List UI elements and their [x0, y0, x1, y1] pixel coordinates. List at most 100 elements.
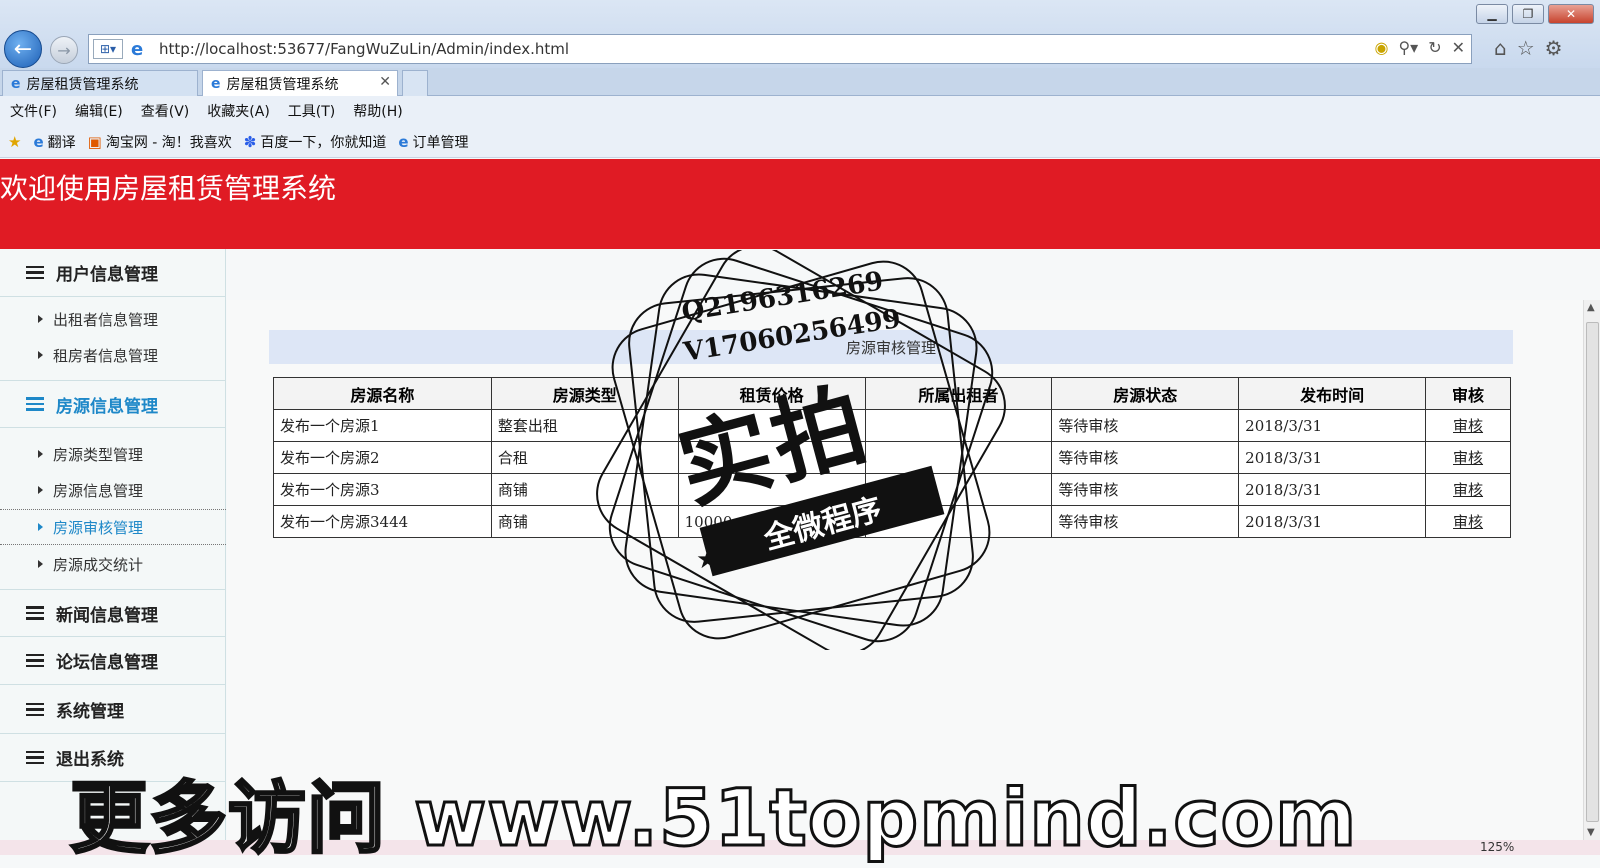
scroll-down-icon[interactable]: ▼ — [1587, 827, 1595, 838]
home-icon[interactable]: ⌂ — [1494, 36, 1507, 60]
cell-date: 2018/3/31 — [1238, 441, 1427, 474]
ie-icon: e — [211, 75, 221, 92]
sidebar-group-news[interactable]: 新闻信息管理 — [0, 589, 226, 637]
page-title: 房源审核管理 — [845, 339, 936, 357]
tab-strip: e 房屋租赁管理系统 e 房屋租赁管理系统 ✕ — [0, 68, 1600, 96]
sidebar-item-house-info[interactable]: 房源信息管理 — [0, 472, 226, 508]
zoom-level[interactable]: 125% — [1480, 840, 1514, 854]
menu-file[interactable]: 文件(F) — [10, 101, 57, 121]
cell-status: 等待审核 — [1051, 505, 1240, 538]
caret-right-icon — [38, 450, 43, 458]
caret-right-icon — [38, 560, 43, 568]
browser-tab-1[interactable]: e 房屋租赁管理系统 — [2, 70, 198, 96]
forward-button[interactable]: → — [50, 36, 78, 64]
sidebar-group-system[interactable]: 系统管理 — [0, 686, 226, 734]
browser-toolbar: ⌂ ☆ ⚙ — [1494, 36, 1563, 60]
new-tab-button[interactable] — [402, 70, 428, 96]
audit-link[interactable]: 审核 — [1425, 505, 1511, 538]
list-icon — [26, 702, 44, 717]
close-window-button[interactable]: ✕ — [1548, 4, 1594, 24]
audit-link[interactable]: 审核 — [1425, 441, 1511, 474]
favorite-baidu[interactable]: ✽ 百度一下，你就知道 — [244, 132, 387, 152]
caret-right-icon — [38, 351, 43, 359]
caret-right-icon — [38, 315, 43, 323]
sidebar-item-house-audit[interactable]: 房源审核管理 — [0, 509, 226, 545]
cell-type: 整套出租 — [490, 409, 679, 442]
cell-owner — [864, 409, 1053, 442]
table-header-row: 房源名称 房源类型 租赁价格 所属出租者 房源状态 发布时间 审核 — [273, 377, 1511, 410]
favorites-star-icon[interactable]: ☆ — [1517, 36, 1535, 60]
watermark-text: 更多访问 www.51topmind.com — [68, 773, 1358, 866]
favorite-orders[interactable]: e 订单管理 — [398, 132, 468, 152]
cell-type: 合租 — [490, 441, 679, 474]
caret-right-icon — [38, 523, 43, 531]
ie-icon: e — [33, 132, 44, 151]
cell-name: 发布一个房源3 — [273, 473, 492, 506]
cell-owner — [864, 441, 1053, 474]
cell-date: 2018/3/31 — [1238, 505, 1427, 538]
minimize-button[interactable]: ▁ — [1476, 4, 1508, 24]
cell-type: 商铺 — [490, 473, 679, 506]
list-icon — [26, 397, 44, 411]
sidebar-item-tenant[interactable]: 租房者信息管理 — [0, 337, 226, 373]
scroll-up-icon[interactable]: ▲ — [1587, 302, 1595, 313]
url-input[interactable]: http://localhost:53677/FangWuZuLin/Admin… — [159, 40, 569, 58]
column-header: 发布时间 — [1238, 377, 1427, 410]
restore-button[interactable]: ❐ — [1512, 4, 1544, 24]
back-button[interactable]: ← — [4, 30, 42, 68]
cell-name: 发布一个房源3444 — [273, 505, 492, 538]
ie-icon: e — [131, 39, 144, 60]
column-header: 所属出租者 — [864, 377, 1053, 410]
favorite-translate[interactable]: e 翻译 — [33, 132, 75, 152]
column-header: 房源名称 — [273, 377, 492, 410]
cell-name: 发布一个房源1 — [273, 409, 492, 442]
favorites-star-icon[interactable]: ★ — [8, 133, 21, 151]
audit-link[interactable]: 审核 — [1425, 409, 1511, 442]
address-bar[interactable]: ⊞▾ e http://localhost:53677/FangWuZuLin/… — [88, 34, 1472, 64]
compat-globe-icon[interactable]: ◉ — [1374, 38, 1388, 57]
close-tab-icon[interactable]: ✕ — [379, 74, 391, 90]
stop-icon[interactable]: ✕ — [1452, 38, 1465, 57]
column-header: 房源类型 — [490, 377, 679, 410]
list-icon — [26, 750, 44, 765]
list-icon — [26, 265, 44, 280]
tab-label: 房屋租赁管理系统 — [26, 76, 139, 93]
menu-tools[interactable]: 工具(T) — [288, 101, 335, 121]
list-icon — [26, 653, 44, 668]
address-tools: ◉ ⚲▾ ↻ ✕ — [1374, 38, 1465, 57]
refresh-icon[interactable]: ↻ — [1428, 38, 1441, 57]
audit-link[interactable]: 审核 — [1425, 473, 1511, 506]
column-header: 审核 — [1425, 377, 1511, 410]
search-icon[interactable]: ⚲▾ — [1398, 38, 1418, 57]
arrow-left-icon: ← — [13, 36, 33, 62]
sidebar-group-house[interactable]: 房源信息管理 — [0, 380, 226, 428]
cell-status: 等待审核 — [1051, 441, 1240, 474]
vertical-scrollbar[interactable]: ▲ ▼ — [1583, 300, 1600, 840]
site-header: 欢迎使用房屋租赁管理系统 — [0, 159, 1600, 249]
sidebar-item-landlord[interactable]: 出租者信息管理 — [0, 301, 226, 337]
scroll-thumb[interactable] — [1586, 322, 1599, 822]
sidebar-item-house-stats[interactable]: 房源成交统计 — [0, 546, 226, 582]
menu-help[interactable]: 帮助(H) — [353, 101, 402, 121]
menu-edit[interactable]: 编辑(E) — [75, 101, 123, 121]
caret-right-icon — [38, 486, 43, 494]
cell-status: 等待审核 — [1051, 473, 1240, 506]
compatibility-view-icon[interactable]: ⊞▾ — [93, 39, 123, 59]
list-icon — [26, 606, 44, 620]
baidu-paw-icon: ✽ — [243, 132, 257, 151]
gear-icon[interactable]: ⚙ — [1545, 36, 1563, 60]
favorite-taobao[interactable]: ▣ 淘宝网 - 淘！我喜欢 — [88, 132, 232, 152]
sidebar-group-forum[interactable]: 论坛信息管理 — [0, 637, 226, 685]
menu-favorites[interactable]: 收藏夹(A) — [207, 101, 270, 121]
column-header: 房源状态 — [1051, 377, 1240, 410]
menu-bar: 文件(F) 编辑(E) 查看(V) 收藏夹(A) 工具(T) 帮助(H) — [0, 96, 1600, 126]
menu-view[interactable]: 查看(V) — [141, 101, 190, 121]
table-row: 发布一个房源1 整套出租 等待审核 2018/3/31 审核 — [273, 409, 1511, 442]
ie-icon: e — [11, 75, 21, 92]
browser-tab-2[interactable]: e 房屋租赁管理系统 ✕ — [202, 70, 398, 96]
cell-status: 等待审核 — [1051, 409, 1240, 442]
cell-date: 2018/3/31 — [1238, 473, 1427, 506]
cell-type: 商铺 — [490, 505, 679, 538]
sidebar-group-user[interactable]: 用户信息管理 — [0, 249, 226, 297]
sidebar-item-house-type[interactable]: 房源类型管理 — [0, 436, 226, 472]
